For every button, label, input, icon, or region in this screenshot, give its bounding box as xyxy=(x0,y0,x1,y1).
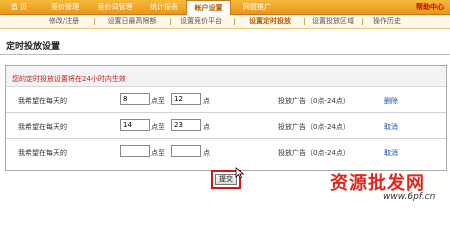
end-hour-input[interactable] xyxy=(171,93,201,105)
tab-home[interactable]: 首 页 xyxy=(8,2,30,13)
help-center-link[interactable]: 帮助中心 xyxy=(416,2,444,13)
delivery-range-text: 投放广告（0点-24点） xyxy=(278,123,350,131)
mouse-pointer-icon xyxy=(235,167,245,179)
start-hour-input[interactable] xyxy=(120,119,150,131)
end-hour-input[interactable] xyxy=(171,145,201,157)
to-label: 点至 xyxy=(151,97,165,105)
divider xyxy=(170,18,171,25)
tab-network-promotion[interactable]: 网盟推广 xyxy=(236,2,278,13)
divider xyxy=(0,54,450,55)
delivery-range-text: 投放广告（0点-24点） xyxy=(278,149,350,157)
tab-account-settings[interactable]: 帐户设置 xyxy=(186,0,231,16)
row-label: 我希望在每天的 xyxy=(18,149,67,157)
hour-unit: 点 xyxy=(203,123,210,131)
submit-button[interactable]: 提交 xyxy=(215,174,237,185)
row-label: 我希望在每天的 xyxy=(18,97,67,105)
hour-unit: 点 xyxy=(203,149,210,157)
divider xyxy=(234,18,235,25)
divider xyxy=(304,18,305,25)
tab-keyword-management[interactable]: 竞价词管理 xyxy=(93,2,137,13)
delete-link[interactable]: 删除 xyxy=(384,96,398,106)
hour-unit: 点 xyxy=(203,97,210,105)
schedule-row: 我希望在每天的 点至 点 投放广告（0点-24点） 取消 xyxy=(6,139,446,164)
sub-item-bid-platform[interactable]: 设置竞价平台 xyxy=(174,15,228,28)
start-hour-input[interactable] xyxy=(120,93,150,105)
tab-bid-management[interactable]: 竞价管理 xyxy=(46,2,84,13)
sub-item-delivery-region[interactable]: 设置投放区域 xyxy=(306,15,360,28)
tab-reports[interactable]: 统计报表 xyxy=(144,2,184,13)
watermark-url: www.6pf.cn xyxy=(383,192,436,202)
schedule-row: 我希望在每天的 点至 点 投放广告（0点-24点） 取消 xyxy=(6,113,446,139)
cancel-link[interactable]: 取消 xyxy=(384,148,398,158)
effect-notice: 您的定时投放设置将在24小时内生效 xyxy=(12,75,126,83)
divider xyxy=(94,18,95,25)
row-label: 我希望在每天的 xyxy=(18,123,67,131)
sub-item-daily-limit[interactable]: 设置日最高限额 xyxy=(100,15,164,28)
schedule-panel: 您的定时投放设置将在24小时内生效 我希望在每天的 点至 点 投放广告（0点-2… xyxy=(5,65,447,171)
to-label: 点至 xyxy=(151,149,165,157)
start-hour-input[interactable] xyxy=(120,145,150,157)
sub-item-history[interactable]: 操作历史 xyxy=(366,15,408,28)
schedule-row: 我希望在每天的 点至 点 投放广告（0点-24点） 删除 xyxy=(6,87,446,113)
divider xyxy=(362,18,363,25)
sub-item-modify-register[interactable]: 修改/注册 xyxy=(42,15,86,28)
delivery-range-text: 投放广告（0点-24点） xyxy=(278,97,350,105)
page-title: 定时投放设置 xyxy=(6,42,61,52)
to-label: 点至 xyxy=(151,123,165,131)
sub-nav: 修改/注册 设置日最高限额 设置竞价平台 设置定时投放 设置投放区域 操作历史 xyxy=(0,15,450,29)
sub-item-scheduled-delivery[interactable]: 设置定时投放 xyxy=(240,15,300,28)
top-nav: 首 页 竞价管理 竞价词管理 统计报表 帐户设置 网盟推广 帮助中心 xyxy=(0,0,450,16)
cancel-link[interactable]: 取消 xyxy=(384,122,398,132)
end-hour-input[interactable] xyxy=(171,119,201,131)
panel-header: 您的定时投放设置将在24小时内生效 xyxy=(6,66,446,87)
